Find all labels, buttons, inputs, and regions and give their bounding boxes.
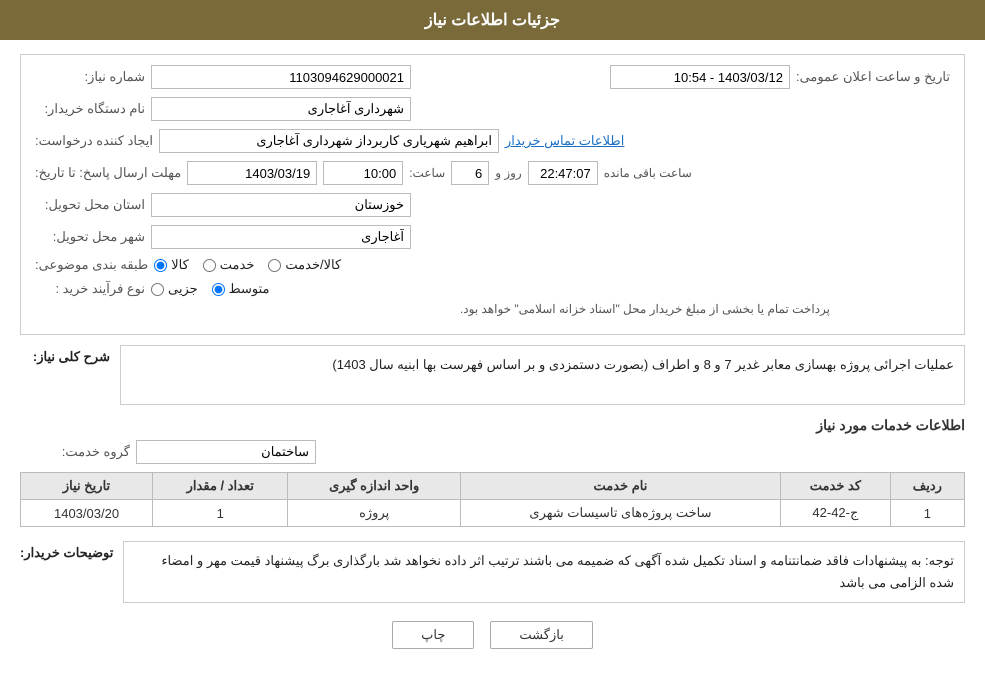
buyer-notes-content: توجه: به پیشنهادات فاقد ضمانتنامه و اسنا…	[123, 541, 965, 603]
col-unit: واحد اندازه گیری	[288, 473, 460, 500]
contact-link[interactable]: اطلاعات تماس خریدار	[505, 133, 624, 149]
days-input[interactable]	[451, 161, 489, 185]
time-input[interactable]	[323, 161, 403, 185]
announce-date-input[interactable]	[610, 65, 790, 89]
remain-time-input[interactable]	[528, 161, 598, 185]
category-kala[interactable]: کالا	[154, 257, 189, 273]
creator-input[interactable]	[159, 129, 499, 153]
process-radio-group[interactable]: متوسط جزیی	[151, 281, 270, 297]
page-title: جزئیات اطلاعات نیاز	[425, 12, 560, 29]
buyer-org-input[interactable]	[151, 97, 411, 121]
services-table: ردیف کد خدمت نام خدمت واحد اندازه گیری ت…	[20, 472, 965, 527]
creator-label: ایجاد کننده درخواست:	[35, 133, 153, 149]
col-name: نام خدمت	[460, 473, 780, 500]
need-number-input[interactable]	[151, 65, 411, 89]
category-label: طبقه بندی موضوعی:	[35, 257, 148, 273]
buyer-org-label: نام دستگاه خریدار:	[35, 101, 145, 117]
time-label: ساعت:	[409, 166, 445, 180]
remain-label: ساعت باقی مانده	[604, 166, 692, 180]
back-button[interactable]: بازگشت	[490, 621, 592, 649]
description-label: شرح کلی نیاز:	[20, 345, 110, 365]
cell-name: ساخت پروژه‌های تاسیسات شهری	[460, 500, 780, 527]
deadline-label: مهلت ارسال پاسخ: تا تاریخ:	[35, 165, 181, 181]
category-khedmat[interactable]: خدمت	[203, 257, 255, 273]
process-jozii[interactable]: جزیی	[151, 281, 198, 297]
footer-buttons: بازگشت چاپ	[20, 621, 965, 669]
buyer-notes-value: توجه: به پیشنهادات فاقد ضمانتنامه و اسنا…	[161, 553, 954, 590]
service-group-input[interactable]	[136, 440, 316, 464]
description-box: عملیات اجرائی پروژه بهسازی معابر غدیر 7 …	[120, 345, 965, 405]
category-radio-group[interactable]: کالا/خدمت خدمت کالا	[154, 257, 341, 273]
days-label: روز و	[495, 166, 522, 180]
process-label: نوع فرآیند خرید :	[35, 281, 145, 297]
table-row: 1 ج-42-42 ساخت پروژه‌های تاسیسات شهری پر…	[21, 500, 965, 527]
city-label: شهر محل تحویل:	[35, 229, 145, 245]
province-label: استان محل تحویل:	[35, 197, 145, 213]
buyer-notes-label: توضیحات خریدار:	[20, 541, 113, 561]
cell-date: 1403/03/20	[21, 500, 153, 527]
city-input[interactable]	[151, 225, 411, 249]
category-kala-khedmat[interactable]: کالا/خدمت	[268, 257, 341, 273]
cell-code: ج-42-42	[781, 500, 891, 527]
cell-qty: 1	[153, 500, 288, 527]
print-button[interactable]: چاپ	[392, 621, 474, 649]
announce-date-label: تاریخ و ساعت اعلان عمومی:	[796, 69, 950, 85]
col-qty: تعداد / مقدار	[153, 473, 288, 500]
col-date: تاریخ نیاز	[21, 473, 153, 500]
col-code: کد خدمت	[781, 473, 891, 500]
description-value: عملیات اجرائی پروژه بهسازی معابر غدیر 7 …	[332, 357, 954, 372]
services-section-title: اطلاعات خدمات مورد نیاز	[20, 417, 965, 434]
process-note: پرداخت تمام یا بخشی از مبلغ خریدار محل "…	[460, 302, 830, 316]
col-row: ردیف	[890, 473, 964, 500]
process-mutawaset[interactable]: متوسط	[212, 281, 270, 297]
need-number-label: شماره نیاز:	[35, 69, 145, 85]
service-group-label: گروه خدمت:	[20, 444, 130, 460]
deadline-date-input[interactable]	[187, 161, 317, 185]
cell-row: 1	[890, 500, 964, 527]
cell-unit: پروژه	[288, 500, 460, 527]
page-header: جزئیات اطلاعات نیاز	[0, 0, 985, 40]
province-input[interactable]	[151, 193, 411, 217]
